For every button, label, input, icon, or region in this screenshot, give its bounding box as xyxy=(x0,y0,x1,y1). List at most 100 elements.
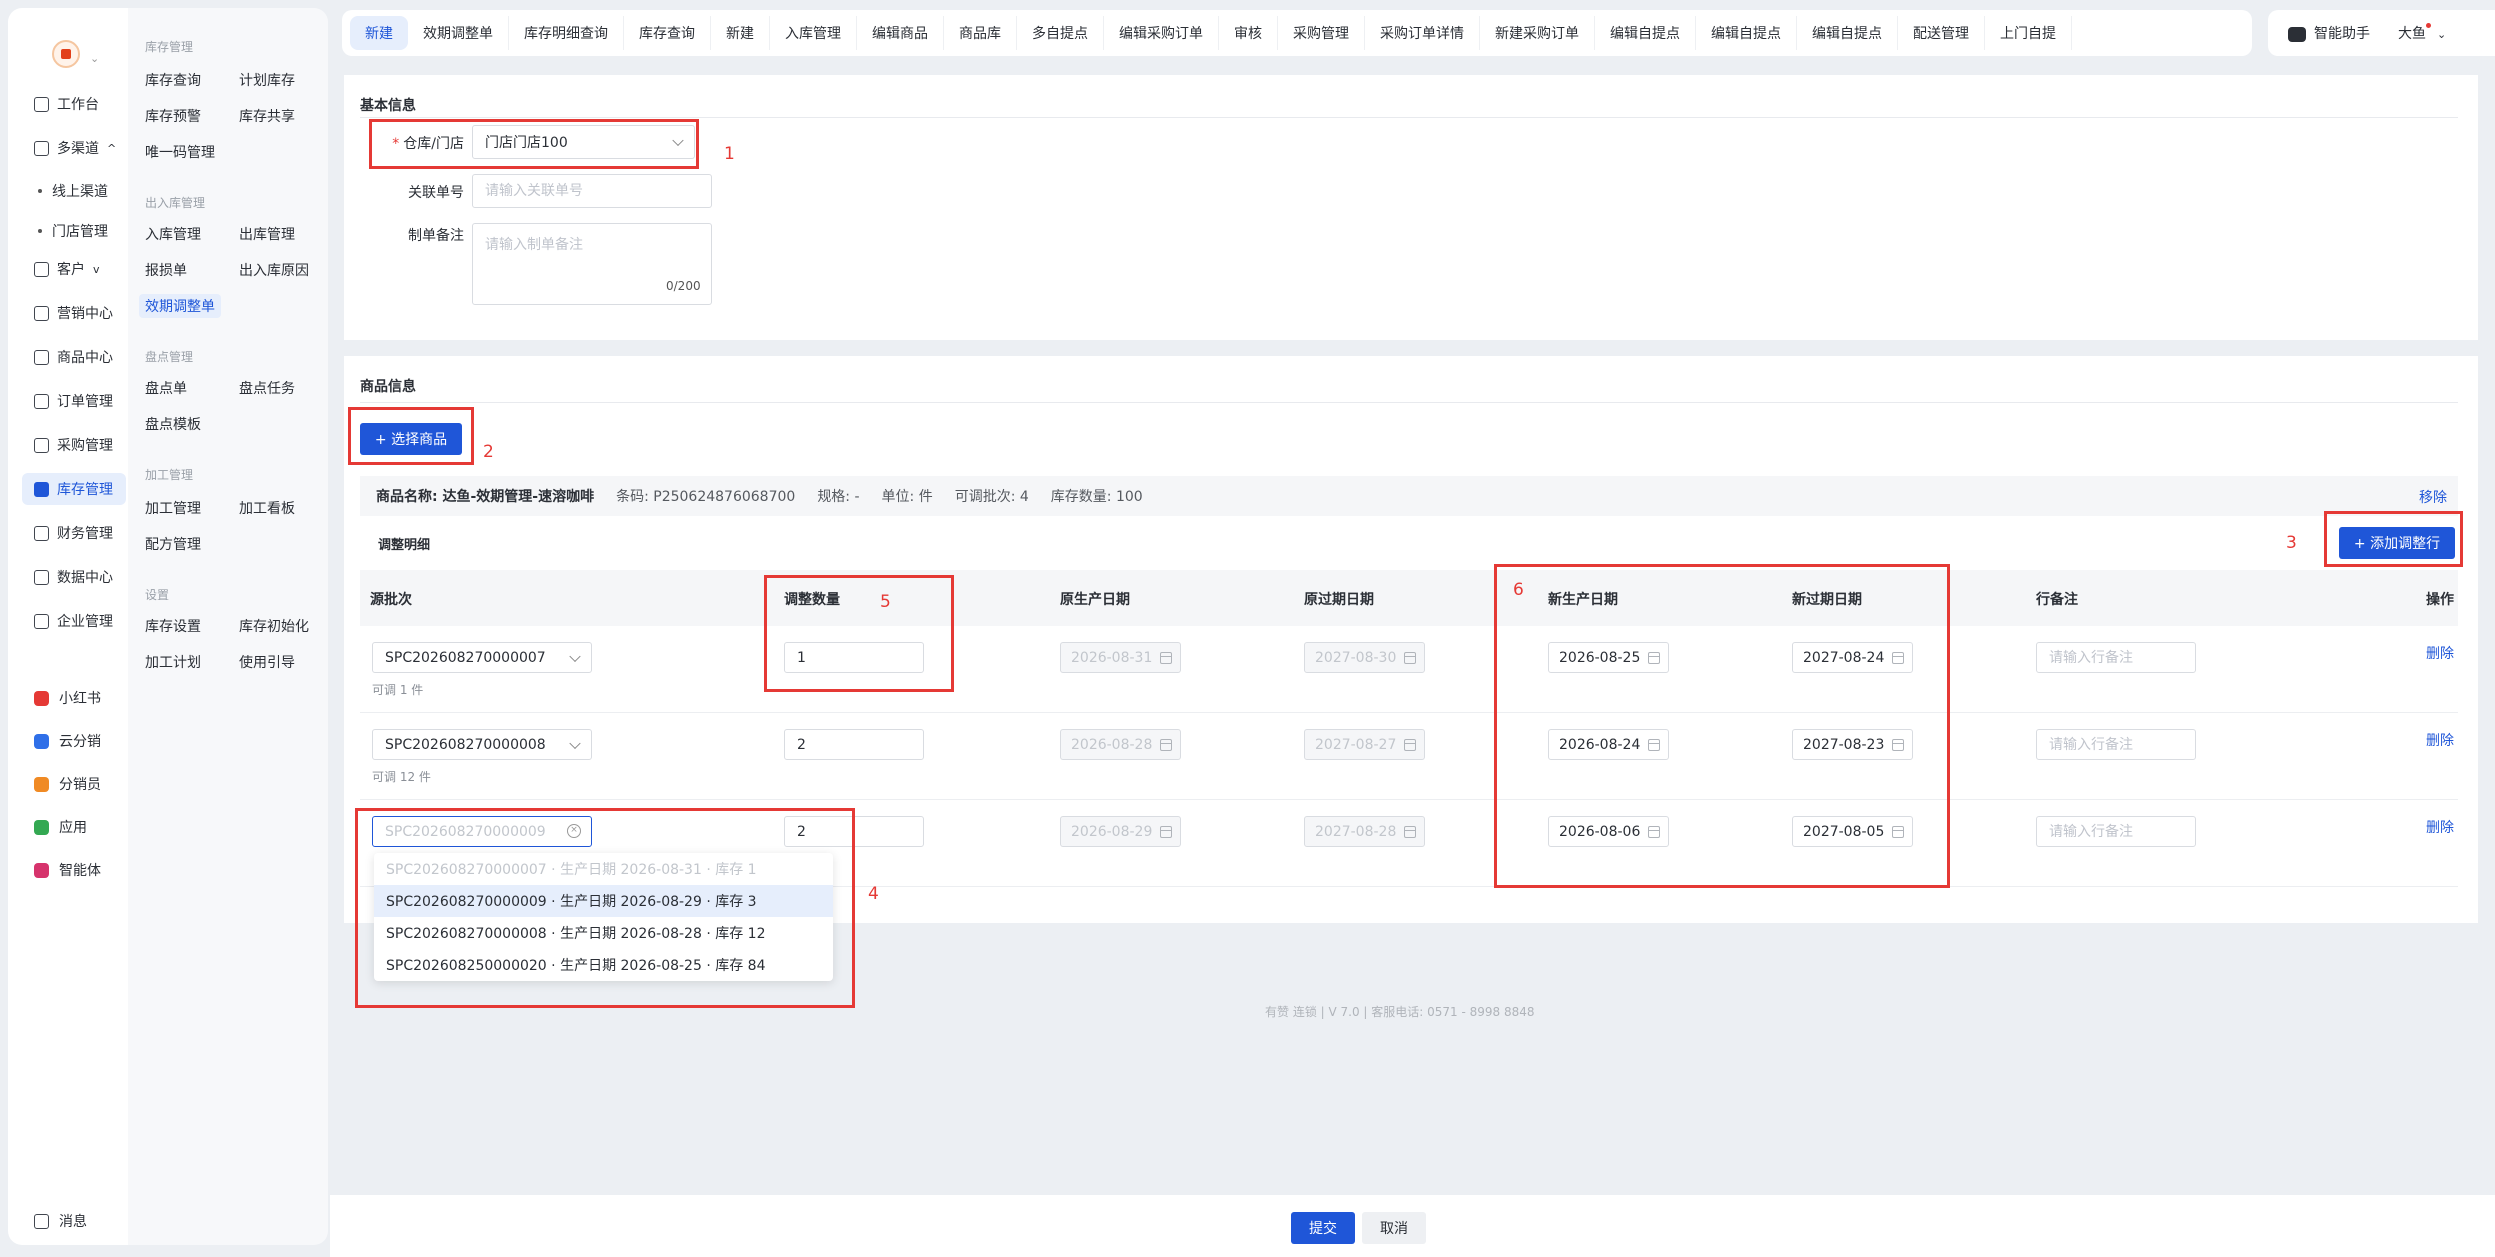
row-note-input[interactable] xyxy=(2036,816,2196,847)
app-apps[interactable]: 应用 xyxy=(34,817,87,837)
tab-6[interactable]: 编辑商品 xyxy=(857,16,944,50)
nav-link-expiry-adjust[interactable]: 效期调整单 xyxy=(139,294,221,318)
nav-subitem-store[interactable]: 门店管理 xyxy=(38,221,108,241)
nav-link-outbound[interactable]: 出库管理 xyxy=(239,224,295,244)
ref-number-label: 关联单号 xyxy=(408,185,464,201)
note-char-counter: 0/200 xyxy=(666,279,701,293)
app-agent[interactable]: 智能体 xyxy=(34,860,101,880)
tab-8[interactable]: 多自提点 xyxy=(1017,16,1104,50)
nav-item-product[interactable]: 商品中心 xyxy=(22,341,126,373)
warehouse-icon xyxy=(34,481,49,497)
tab-15[interactable]: 编辑自提点 xyxy=(1696,16,1797,50)
source-batch-select[interactable]: SPC202608270000007 xyxy=(372,642,592,673)
nav-link-guide[interactable]: 使用引导 xyxy=(239,652,295,672)
nav-subitem-online[interactable]: 线上渠道 xyxy=(38,181,108,201)
nav-item-company[interactable]: 企业管理 xyxy=(22,605,126,637)
brand-logo[interactable] xyxy=(52,40,80,68)
nav-link-stocktake-order[interactable]: 盘点单 xyxy=(145,378,187,398)
tab-9[interactable]: 编辑采购订单 xyxy=(1104,16,1219,50)
row-note-input[interactable] xyxy=(2036,729,2196,760)
delete-row-link[interactable]: 删除 xyxy=(2426,730,2454,750)
annotation-box-6 xyxy=(1494,564,1950,888)
nav-link-recipe[interactable]: 配方管理 xyxy=(145,534,201,554)
tab-12[interactable]: 采购订单详情 xyxy=(1365,16,1480,50)
tab-5[interactable]: 入库管理 xyxy=(770,16,857,50)
nav-item-customer[interactable]: 客户 v xyxy=(22,253,126,285)
submit-button[interactable]: 提交 xyxy=(1291,1212,1355,1244)
page-tabs: 新建 效期调整单 库存明细查询 库存查询 新建 入库管理 编辑商品 商品库 多自提点 编辑采购订单… xyxy=(342,10,2252,56)
order-icon xyxy=(34,393,49,409)
nav-messages[interactable]: 消息 xyxy=(34,1211,87,1231)
cancel-button[interactable]: 取消 xyxy=(1362,1212,1426,1244)
marketing-icon xyxy=(34,305,49,321)
channel-icon xyxy=(34,140,49,156)
tab-1[interactable]: 效期调整单 xyxy=(408,16,509,50)
row-note-input[interactable] xyxy=(2036,642,2196,673)
nav-item-data[interactable]: 数据中心 xyxy=(22,561,126,593)
tab-2[interactable]: 库存明细查询 xyxy=(509,16,624,50)
tab-13[interactable]: 新建采购订单 xyxy=(1480,16,1595,50)
nav-link-unique-code[interactable]: 唯一码管理 xyxy=(145,142,215,162)
app-cloud-distribution[interactable]: 云分销 xyxy=(34,731,101,751)
orig-prod-date: 2026-08-31 xyxy=(1060,642,1181,673)
nav-link-plan-stock[interactable]: 计划库存 xyxy=(239,70,295,90)
calendar-icon xyxy=(1160,826,1172,838)
adjust-detail-title: 调整明细 xyxy=(378,538,431,553)
column-header: 操作 xyxy=(2426,592,2454,608)
tab-7[interactable]: 商品库 xyxy=(944,16,1017,50)
nav-link-stocktake-task[interactable]: 盘点任务 xyxy=(239,378,295,398)
tab-17[interactable]: 配送管理 xyxy=(1898,16,1985,50)
tab-4[interactable]: 新建 xyxy=(711,16,770,50)
annotation-box-4 xyxy=(355,808,855,1008)
nav-link-stock-share[interactable]: 库存共享 xyxy=(239,106,295,126)
nav-link-stock-query[interactable]: 库存查询 xyxy=(145,70,201,90)
nav-item-marketing[interactable]: 营销中心 xyxy=(22,297,126,329)
nav-link-loss[interactable]: 报损单 xyxy=(145,260,187,280)
tab-16[interactable]: 编辑自提点 xyxy=(1797,16,1898,50)
tab-10[interactable]: 审核 xyxy=(1219,16,1278,50)
nav-item-channel[interactable]: 多渠道 ^ xyxy=(22,132,126,164)
source-batch-select[interactable]: SPC202608270000008 xyxy=(372,729,592,760)
tab-14[interactable]: 编辑自提点 xyxy=(1595,16,1696,50)
product-unit: 单位: 件 xyxy=(881,489,933,505)
annotation-number-4: 4 xyxy=(868,884,879,904)
tab-3[interactable]: 库存查询 xyxy=(624,16,711,50)
nav-link-inbound[interactable]: 入库管理 xyxy=(145,224,201,244)
copyright-text: 有赞 连锁 | V 7.0 | 客服电话: 0571 - 8998 8848 xyxy=(1265,1005,1535,1019)
chevron-down-icon[interactable]: ⌄ xyxy=(90,52,99,65)
delete-row-link[interactable]: 删除 xyxy=(2426,643,2454,663)
nav-link-processing[interactable]: 加工管理 xyxy=(145,498,201,518)
nav-link-stocktake-template[interactable]: 盘点模板 xyxy=(145,414,201,434)
divider xyxy=(360,402,2458,403)
remove-product-link[interactable]: 移除 xyxy=(2419,487,2447,507)
xiaohongshu-icon xyxy=(34,690,49,706)
nav-link-stock-settings[interactable]: 库存设置 xyxy=(145,616,201,636)
tab-18[interactable]: 上门自提 xyxy=(1985,16,2072,50)
nav-link-stock-warning[interactable]: 库存预警 xyxy=(145,106,201,126)
ref-number-input[interactable] xyxy=(472,174,712,208)
nav-item-order[interactable]: 订单管理 xyxy=(22,385,126,417)
nav-item-workbench[interactable]: 工作台 xyxy=(22,88,126,120)
message-icon xyxy=(34,1213,49,1229)
nav-link-processing-board[interactable]: 加工看板 xyxy=(239,498,295,518)
table-row: SPC202608270000008 可调 12 件 2026-08-28 2027-… xyxy=(360,713,2458,800)
orig-exp-date: 2027-08-28 xyxy=(1304,816,1425,847)
nav-link-stock-init[interactable]: 库存初始化 xyxy=(239,616,309,636)
tab-0[interactable]: 新建 xyxy=(350,16,408,50)
nav-group-settings: 设置 xyxy=(145,588,170,602)
chevron-down-icon xyxy=(569,650,581,662)
nav-item-inventory[interactable]: 库存管理 xyxy=(22,473,126,505)
assistant-button[interactable]: 智能助手 xyxy=(2288,23,2370,43)
nav-link-inout-reason[interactable]: 出入库原因 xyxy=(239,260,309,280)
delete-row-link[interactable]: 删除 xyxy=(2426,817,2454,837)
orig-exp-date: 2027-08-27 xyxy=(1304,729,1425,760)
user-menu[interactable]: 大鱼 ⌄ xyxy=(2398,23,2446,43)
app-distributor[interactable]: 分销员 xyxy=(34,774,101,794)
nav-item-finance[interactable]: 财务管理 xyxy=(22,517,126,549)
nav-link-processing-plan[interactable]: 加工计划 xyxy=(145,652,201,672)
adjust-qty-input[interactable] xyxy=(784,729,924,760)
orig-exp-date: 2027-08-30 xyxy=(1304,642,1425,673)
nav-item-purchase[interactable]: 采购管理 xyxy=(22,429,126,461)
tab-11[interactable]: 采购管理 xyxy=(1278,16,1365,50)
app-xiaohongshu[interactable]: 小红书 xyxy=(34,688,101,708)
